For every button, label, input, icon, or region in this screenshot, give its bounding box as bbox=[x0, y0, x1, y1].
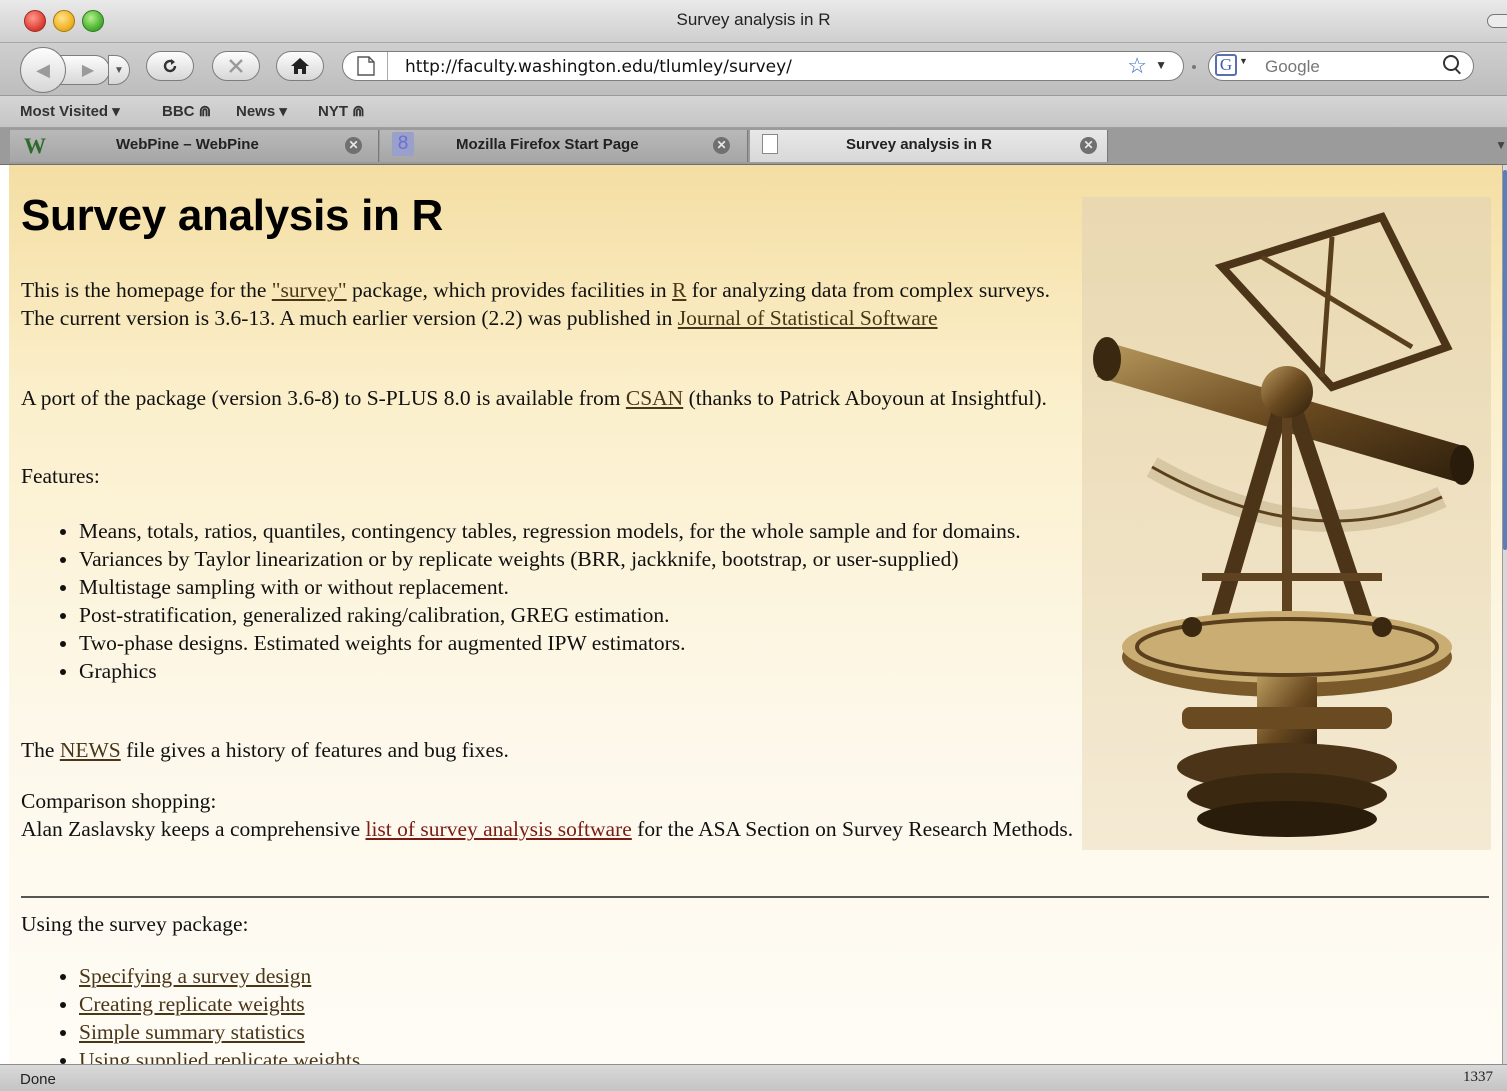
window-title: Survey analysis in R bbox=[676, 10, 831, 29]
survey-package-link[interactable]: "survey" bbox=[272, 278, 347, 302]
stop-button[interactable] bbox=[212, 51, 260, 81]
page-icon bbox=[357, 56, 375, 76]
bookmark-most-visited[interactable]: Most Visited ▾ bbox=[20, 102, 120, 120]
using-label: Using the survey package: bbox=[21, 912, 249, 936]
features-label: Features: bbox=[21, 464, 100, 488]
search-icon[interactable] bbox=[1443, 55, 1459, 71]
list-item: Graphics bbox=[79, 657, 1099, 685]
theodolite-photo bbox=[1082, 197, 1491, 850]
list-item: Using supplied replicate weights bbox=[79, 1046, 360, 1064]
tab-close-icon[interactable]: ✕ bbox=[1080, 137, 1097, 154]
tab-list-icon[interactable]: ▼ bbox=[1495, 138, 1507, 152]
scrollbar-thumb[interactable] bbox=[1503, 170, 1507, 550]
bookmark-bbc[interactable]: BBC ⋒ bbox=[162, 102, 211, 120]
address-bar[interactable]: http://faculty.washington.edu/tlumley/su… bbox=[342, 51, 1184, 81]
csan-link[interactable]: CSAN bbox=[626, 386, 683, 410]
status-bar: Done 1337 bbox=[0, 1064, 1507, 1091]
news-paragraph: The NEWS file gives a history of feature… bbox=[21, 738, 509, 762]
reload-icon bbox=[163, 59, 177, 73]
tab-close-icon[interactable]: ✕ bbox=[713, 137, 730, 154]
survey-software-list-link[interactable]: list of survey analysis software bbox=[365, 817, 631, 841]
page-favicon-icon bbox=[762, 134, 778, 154]
features-list: Means, totals, ratios, quantiles, contin… bbox=[21, 517, 1099, 685]
list-item: Two-phase designs. Estimated weights for… bbox=[79, 629, 1099, 657]
webpine-favicon-icon: W bbox=[24, 133, 46, 158]
status-text: Done bbox=[20, 1071, 56, 1088]
forward-arrow-icon: ▶ bbox=[81, 62, 95, 79]
page-title: Survey analysis in R bbox=[21, 191, 443, 240]
tab-close-icon[interactable]: ✕ bbox=[345, 137, 362, 154]
back-forward-group: ▶ ▼ ◀ bbox=[20, 47, 130, 93]
usage-links-list: Specifying a survey design Creating repl… bbox=[21, 962, 360, 1064]
list-item: Creating replicate weights bbox=[79, 990, 360, 1018]
history-dropdown-button[interactable]: ▼ bbox=[108, 55, 130, 85]
tab-survey-analysis[interactable]: Survey analysis in R ✕ bbox=[750, 130, 1108, 162]
bookmark-nyt[interactable]: NYT ⋒ bbox=[318, 102, 365, 120]
comparison-paragraph: Comparison shopping: Alan Zaslavsky keeps… bbox=[21, 789, 1074, 841]
window-title-bar: Survey analysis in R bbox=[0, 0, 1507, 43]
r-link[interactable]: R bbox=[672, 278, 686, 302]
tab-strip: W WebPine – WebPine ✕ 8 Mozilla Firefox … bbox=[0, 128, 1507, 165]
bookmarks-toolbar: Most Visited ▾ BBC ⋒ News ▾ NYT ⋒ bbox=[0, 96, 1507, 128]
tab-label: WebPine – WebPine bbox=[116, 136, 259, 153]
list-item: Simple summary statistics bbox=[79, 1018, 360, 1046]
address-divider bbox=[387, 52, 388, 80]
search-input[interactable]: Google bbox=[1265, 57, 1320, 77]
status-addon-indicator: 1337 bbox=[1463, 1069, 1493, 1085]
tab-mozilla-start[interactable]: 8 Mozilla Firefox Start Page ✕ bbox=[380, 130, 748, 162]
google-engine-icon[interactable]: G bbox=[1215, 54, 1237, 76]
tab-label: Mozilla Firefox Start Page bbox=[456, 136, 639, 153]
jss-link[interactable]: Journal of Statistical Software bbox=[678, 306, 938, 330]
navigation-toolbar: ▶ ▼ ◀ http://faculty.washington.edu/tlum… bbox=[0, 43, 1507, 96]
url-history-dropdown-icon[interactable]: ▼ bbox=[1155, 58, 1167, 72]
list-item: Variances by Taylor linearization or by … bbox=[79, 545, 1099, 573]
search-engine-dropdown-icon[interactable]: ▼ bbox=[1239, 56, 1248, 66]
back-arrow-icon: ◀ bbox=[36, 59, 50, 80]
home-button[interactable] bbox=[276, 51, 324, 81]
home-icon bbox=[291, 58, 309, 74]
stop-icon bbox=[229, 59, 243, 73]
toolbar-separator-dot bbox=[1192, 65, 1196, 69]
chevron-down-icon: ▼ bbox=[114, 64, 124, 76]
url-text[interactable]: http://faculty.washington.edu/tlumley/su… bbox=[405, 57, 792, 77]
reload-button[interactable] bbox=[146, 51, 194, 81]
list-item: Post-stratification, generalized raking/… bbox=[79, 601, 1099, 629]
back-button[interactable]: ◀ bbox=[20, 47, 66, 93]
summary-statistics-link[interactable]: Simple summary statistics bbox=[79, 1020, 305, 1044]
mozilla-favicon-icon: 8 bbox=[392, 132, 414, 156]
intro-paragraph: This is the homepage for the "survey" pa… bbox=[21, 278, 1050, 330]
news-link[interactable]: NEWS bbox=[60, 738, 121, 762]
list-item: Specifying a survey design bbox=[79, 962, 360, 990]
supplied-replicate-weights-link[interactable]: Using supplied replicate weights bbox=[79, 1048, 360, 1064]
specifying-design-link[interactable]: Specifying a survey design bbox=[79, 964, 311, 988]
bookmark-star-icon[interactable]: ☆ bbox=[1127, 53, 1147, 79]
page-content: Survey analysis in R This is the homepag… bbox=[9, 165, 1502, 1064]
splus-port-paragraph: A port of the package (version 3.6-8) to… bbox=[21, 386, 1047, 410]
tab-webpine[interactable]: W WebPine – WebPine ✕ bbox=[10, 130, 379, 162]
horizontal-divider bbox=[21, 896, 1489, 898]
replicate-weights-link[interactable]: Creating replicate weights bbox=[79, 992, 305, 1016]
tab-label: Survey analysis in R bbox=[846, 136, 992, 153]
search-bar[interactable]: G ▼ Google bbox=[1208, 51, 1474, 81]
list-item: Multistage sampling with or without repl… bbox=[79, 573, 1099, 601]
toolbar-toggle-button[interactable] bbox=[1487, 14, 1507, 28]
list-item: Means, totals, ratios, quantiles, contin… bbox=[79, 517, 1099, 545]
bookmark-news[interactable]: News ▾ bbox=[236, 102, 287, 120]
theodolite-illustration bbox=[1093, 212, 1474, 837]
